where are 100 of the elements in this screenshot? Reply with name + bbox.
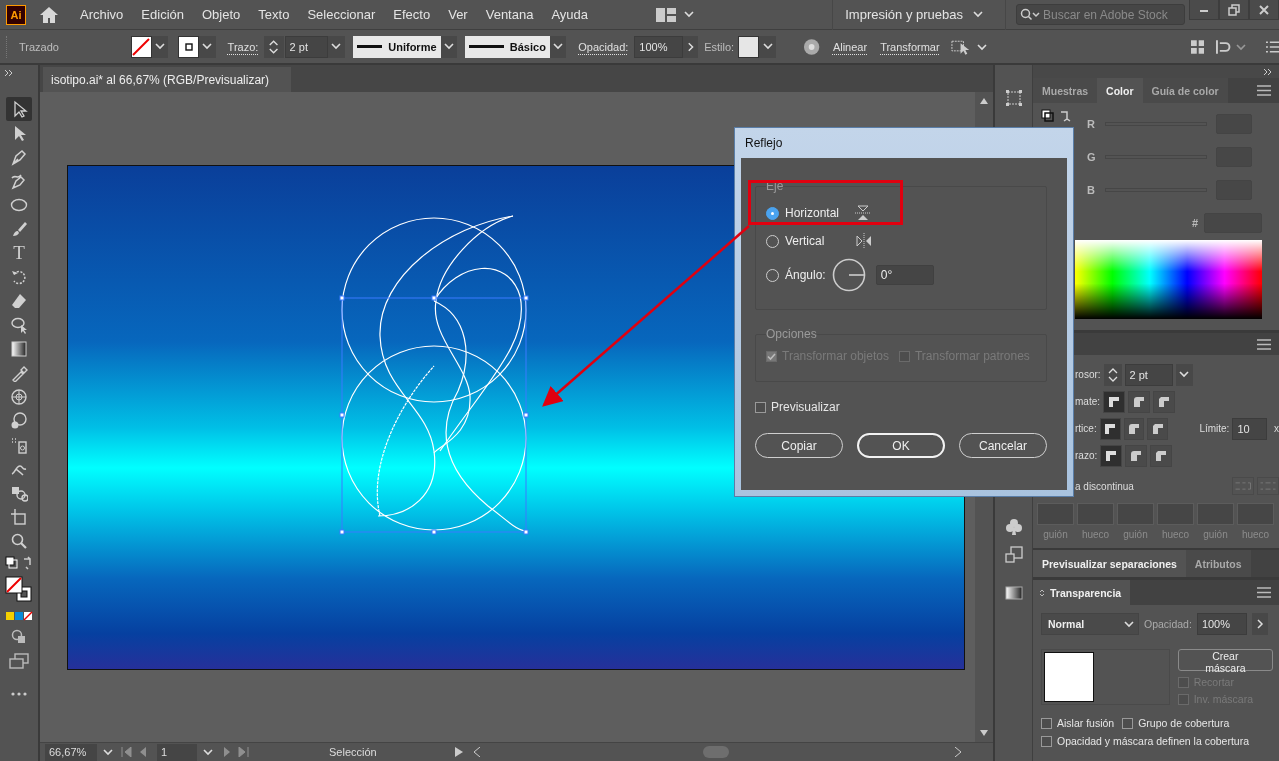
limit-field[interactable]: 10	[1232, 417, 1267, 440]
panel-tab[interactable]: Transparencia	[1033, 580, 1131, 605]
stepper-icon[interactable]	[1103, 363, 1122, 386]
radio-button[interactable]	[766, 206, 779, 220]
checkbox[interactable]	[755, 401, 766, 413]
menu-item[interactable]: Objeto	[202, 7, 241, 22]
menu-item[interactable]: Ventana	[485, 7, 534, 22]
selection-bounds[interactable]	[339, 295, 529, 535]
opacity-field[interactable]: 100%	[1196, 613, 1247, 635]
chevron-icon[interactable]	[1124, 620, 1134, 628]
menu-icon[interactable]	[1257, 85, 1271, 96]
type-tool[interactable]: T	[6, 241, 32, 265]
globe-icon[interactable]	[801, 36, 821, 57]
more-icon[interactable]	[10, 691, 28, 697]
menu-item[interactable]: Archivo	[80, 7, 124, 22]
draw-mode-icon[interactable]	[11, 629, 27, 645]
stroke-swatch[interactable]	[178, 35, 200, 58]
search-field[interactable]: Buscar en Adobe Stock	[1016, 4, 1185, 25]
stroke-profile-dropdown[interactable]: Uniforme	[352, 35, 441, 58]
style-swatch[interactable]	[738, 35, 760, 58]
dialog-button[interactable]: OK	[856, 433, 946, 458]
play-icon[interactable]	[455, 747, 463, 757]
weight-field[interactable]: 2 pt	[1124, 363, 1173, 386]
fill-swatch[interactable]	[130, 35, 152, 58]
chevron-icon[interactable]	[976, 43, 987, 51]
checkbox[interactable]	[1041, 717, 1052, 729]
chevron-right-icon[interactable]	[1251, 613, 1268, 635]
scroll-up-icon[interactable]	[980, 98, 988, 104]
transform-link[interactable]: Transformar	[880, 40, 940, 53]
corner-button[interactable]	[1123, 417, 1145, 440]
document-tab[interactable]: isotipo.ai* al 66,67% (RGB/Previsualizar)	[43, 67, 291, 92]
menu-item[interactable]: Seleccionar	[307, 7, 376, 22]
blend-mode-dropdown[interactable]: Normal	[1041, 613, 1139, 635]
scroll-down-icon[interactable]	[980, 730, 988, 736]
chevron-icon[interactable]	[684, 11, 695, 18]
tool-button[interactable]	[6, 97, 32, 121]
menu-icon[interactable]	[1257, 338, 1271, 350]
fill-stroke-icon[interactable]	[4, 575, 34, 605]
menu-item[interactable]: Edición	[141, 7, 184, 22]
panel-tab[interactable]: Previsualizar separaciones	[1033, 550, 1186, 577]
scroll-left-icon[interactable]	[473, 747, 481, 757]
chevron-icon[interactable]	[331, 43, 342, 50]
align-link[interactable]: Alinear	[832, 40, 868, 53]
list-icon[interactable]	[1265, 40, 1279, 53]
create-mask-button[interactable]: Crear máscara	[1177, 649, 1273, 671]
radio-label[interactable]: Ángulo:	[785, 268, 826, 282]
scroll-right-icon[interactable]	[954, 747, 962, 757]
expand-icon[interactable]	[4, 69, 14, 77]
radio-label[interactable]: Vertical	[785, 234, 825, 248]
distribute-icon[interactable]	[1216, 39, 1232, 54]
chevron-icon[interactable]	[202, 43, 213, 50]
layout-icon[interactable]	[656, 7, 677, 22]
angle-field[interactable]: 0°	[875, 265, 934, 285]
chevron-icon[interactable]	[103, 749, 113, 756]
brush-dropdown[interactable]: Básico	[464, 35, 550, 58]
export-icon[interactable]	[1004, 546, 1023, 564]
color-mode-icon[interactable]	[4, 611, 34, 621]
angle-dial[interactable]	[831, 258, 866, 292]
align-button[interactable]	[1125, 444, 1148, 467]
panel-tab[interactable]: Muestras	[1033, 78, 1098, 103]
dialog-button[interactable]: Cancelar	[959, 433, 1047, 458]
chevron-icon[interactable]	[443, 43, 454, 50]
chevron-icon[interactable]	[203, 749, 213, 756]
radio-label[interactable]: Horizontal	[785, 206, 840, 220]
checkbox[interactable]	[1122, 717, 1134, 729]
workspace-switcher[interactable]: Impresión y pruebas	[832, 0, 1006, 30]
stroke-label[interactable]: Trazo:	[227, 40, 259, 53]
menu-item[interactable]: Efecto	[393, 7, 431, 22]
corner-button[interactable]	[1147, 417, 1169, 440]
transform-icon[interactable]	[1005, 90, 1022, 106]
corner-button[interactable]	[1099, 417, 1121, 440]
align-button[interactable]	[1150, 444, 1173, 467]
object-thumbnail[interactable]	[1044, 652, 1094, 702]
gradient-icon[interactable]	[1004, 586, 1023, 600]
panel-tab[interactable]: Color	[1097, 78, 1143, 103]
menu-item[interactable]: Ayuda	[551, 7, 589, 22]
swap-colors-icon[interactable]	[4, 555, 34, 571]
screen-mode-icon[interactable]	[9, 653, 29, 669]
stepper-icon[interactable]	[264, 35, 284, 58]
cap-button[interactable]	[1128, 390, 1150, 413]
chevron-icon[interactable]	[154, 43, 165, 50]
grid-icon[interactable]	[1190, 39, 1205, 54]
club-icon[interactable]	[1005, 518, 1022, 536]
dialog-button[interactable]: Copiar	[755, 433, 843, 458]
chevron-icon[interactable]	[973, 11, 983, 18]
minimize-button[interactable]	[1189, 0, 1219, 20]
opacity-label[interactable]: Opacidad:	[578, 40, 629, 53]
panel-tab[interactable]: Guía de color	[1142, 78, 1228, 103]
restore-button[interactable]	[1219, 0, 1249, 20]
menu-icon[interactable]	[1257, 587, 1271, 598]
checkbox[interactable]	[1041, 735, 1052, 747]
stroke-weight-field[interactable]: 2 pt	[284, 35, 329, 58]
artboard-field[interactable]: 1	[157, 743, 197, 761]
opacity-field[interactable]: 100%	[634, 35, 683, 58]
collapse-icon[interactable]	[1263, 67, 1273, 76]
chevron-icon[interactable]	[553, 43, 564, 50]
home-icon[interactable]	[39, 5, 59, 24]
scroll-thumb[interactable]	[703, 746, 729, 758]
align-button[interactable]	[1100, 444, 1123, 467]
menu-item[interactable]: Ver	[448, 7, 468, 22]
